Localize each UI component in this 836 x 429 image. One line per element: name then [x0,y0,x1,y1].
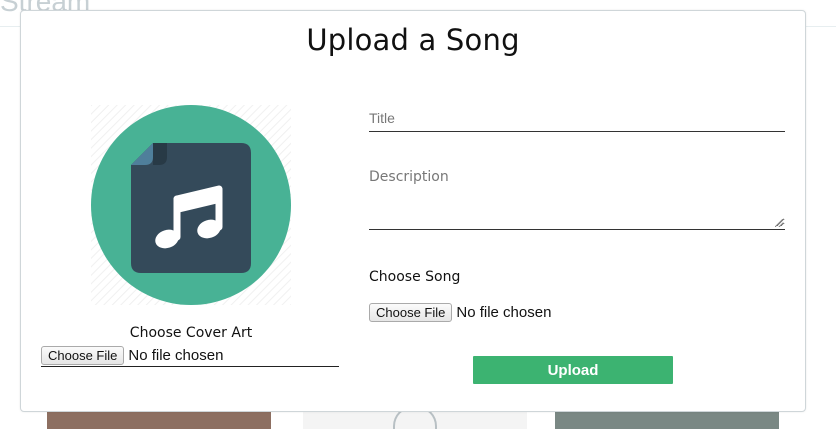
page: Stream Upload a Song Choose Cover Art Ch… [0,0,836,429]
choose-cover-file-button[interactable]: Choose File [41,345,125,365]
upload-song-modal: Upload a Song Choose Cover Art Choose Fi… [20,10,806,412]
title-input[interactable] [369,107,785,129]
choose-song-label: Choose Song [369,269,461,285]
upload-button[interactable]: Upload [473,356,673,384]
cover-art-preview [91,105,291,305]
cover-art-label: Choose Cover Art [129,325,253,341]
modal-title: Upload a Song [306,23,520,57]
description-field[interactable] [369,169,785,230]
cover-file-status: No file chosen [128,346,224,364]
song-file-input[interactable]: Choose File No file chosen [369,301,551,323]
song-file-status: No file chosen [456,303,552,321]
music-file-icon [91,105,291,305]
resize-grip-icon[interactable] [775,219,783,227]
choose-song-file-button[interactable]: Choose File [369,302,453,322]
cover-art-file-input[interactable]: Choose File No file chosen [41,344,339,367]
description-textarea[interactable] [369,169,785,227]
title-field[interactable] [369,107,785,132]
